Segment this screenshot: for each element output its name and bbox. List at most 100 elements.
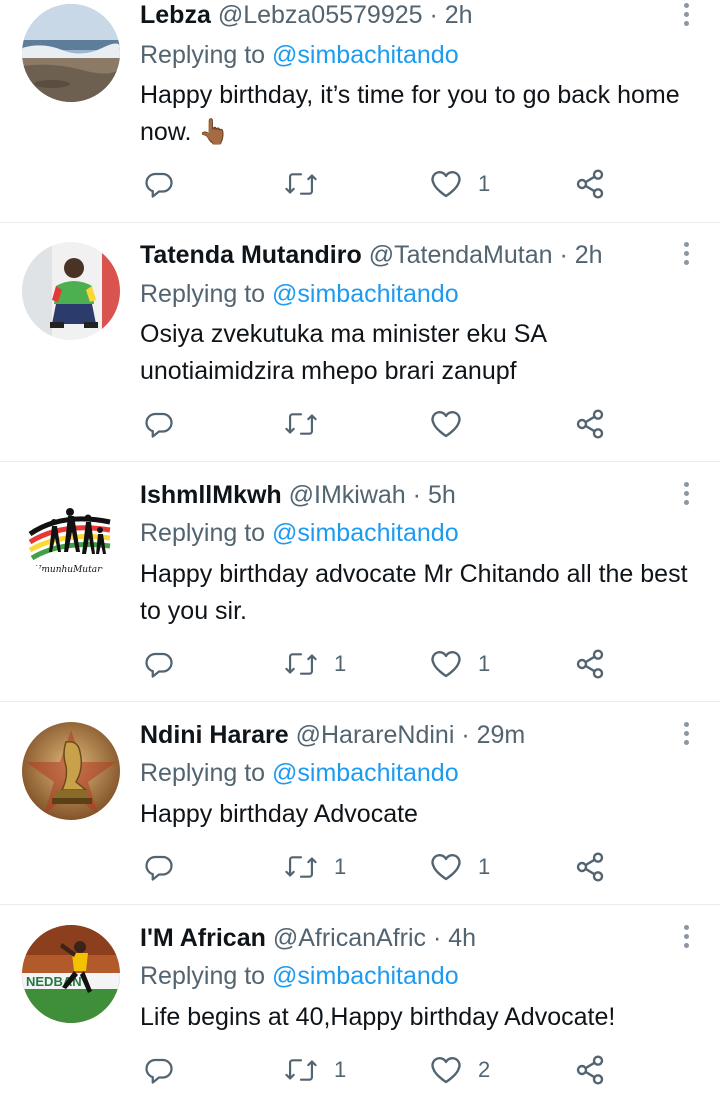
separator-dot: · [429, 1, 438, 29]
avatar-caption: UmunhuMutapa [34, 565, 108, 575]
like-button[interactable]: 2 [430, 1053, 490, 1087]
like-button[interactable]: 1 [430, 167, 490, 201]
share-icon [576, 852, 604, 882]
timestamp[interactable]: 2h [575, 241, 603, 269]
replying-to: Replying to @simbachitando [140, 40, 459, 70]
tweet-reply[interactable]: Tatenda Mutandiro @TatendaMutan · 2h Rep… [0, 222, 720, 462]
avatar[interactable] [22, 242, 120, 340]
tweet-actions [140, 407, 620, 441]
tweet-text: Happy birthday Advocate [140, 800, 418, 828]
replying-to: Replying to @simbachitando [140, 518, 459, 548]
like-count: 2 [478, 1057, 491, 1082]
share-button[interactable] [574, 647, 606, 681]
user-handle[interactable]: @HarareNdini [296, 721, 455, 749]
like-count: 1 [478, 854, 491, 879]
mention-link[interactable]: @simbachitando [272, 759, 459, 787]
avatar[interactable]: NEDBAN [22, 925, 120, 1023]
more-options-icon[interactable] [682, 925, 690, 951]
separator-dot: · [461, 721, 470, 749]
replying-to-label: Replying to [140, 41, 266, 69]
share-button[interactable] [574, 407, 606, 441]
retweet-button[interactable]: 1 [284, 1053, 346, 1087]
retweet-icon [285, 413, 317, 435]
share-button[interactable] [574, 167, 606, 201]
tweet-text: Happy birthday, it’s time for you to go … [140, 81, 680, 146]
heart-icon [431, 853, 461, 881]
display-name[interactable]: I'M African [140, 924, 266, 952]
like-button[interactable] [430, 407, 478, 441]
tweet-reply[interactable]: Ndini Harare @HarareNdini · 29m Replying… [0, 702, 720, 905]
like-button[interactable]: 1 [430, 647, 490, 681]
retweet-count: 1 [334, 651, 347, 676]
separator-dot: · [432, 924, 442, 952]
tweet-header: I'M African @AfricanAfric · 4h [140, 923, 476, 953]
timestamp[interactable]: 5h [428, 481, 456, 509]
like-count: 1 [478, 171, 491, 196]
timestamp[interactable]: 2h [445, 1, 473, 29]
display-name[interactable]: IshmllMkwh [140, 481, 282, 509]
replying-to-label: Replying to [140, 759, 266, 787]
user-handle[interactable]: @Lebza05579925 [218, 1, 423, 29]
heart-icon [431, 650, 461, 678]
tweet-header: Tatenda Mutandiro @TatendaMutan · 2h [140, 240, 603, 270]
reply-button[interactable] [144, 647, 190, 681]
more-options-icon[interactable] [682, 3, 690, 29]
more-options-icon[interactable] [682, 722, 690, 748]
retweet-count: 1 [334, 1057, 347, 1082]
retweet-button[interactable] [284, 167, 334, 201]
tweet-actions: 1 [140, 167, 620, 201]
reply-icon [145, 412, 173, 438]
reply-button[interactable] [144, 850, 190, 884]
display-name[interactable]: Ndini Harare [140, 721, 289, 749]
replying-to-label: Replying to [140, 962, 266, 990]
more-options-icon[interactable] [682, 242, 690, 268]
retweet-button[interactable]: 1 [284, 850, 346, 884]
share-icon [576, 169, 604, 199]
tweet-reply[interactable]: UmunhuMutapa IshmllMkwh @IMkiwah · 5h Re… [0, 462, 720, 702]
tweet-reply[interactable]: Lebza @Lebza05579925 · 2h Replying to @s… [0, 0, 720, 223]
display-name[interactable]: Lebza [140, 1, 211, 29]
heart-icon [431, 1056, 461, 1084]
tweet-actions: 1 2 [140, 1053, 620, 1087]
tweet-text: Life begins at 40,Happy birthday Advocat… [140, 1003, 616, 1031]
mention-link[interactable]: @simbachitando [272, 519, 459, 547]
replying-to: Replying to @simbachitando [140, 758, 459, 788]
reply-icon [145, 855, 173, 881]
reply-button[interactable] [144, 167, 190, 201]
mention-link[interactable]: @simbachitando [272, 280, 459, 308]
timestamp[interactable]: 29m [477, 721, 526, 749]
tweet-header: Lebza @Lebza05579925 · 2h [140, 0, 473, 30]
display-name[interactable]: Tatenda Mutandiro [140, 241, 362, 269]
user-handle[interactable]: @AfricanAfric [273, 924, 426, 952]
like-count: 1 [478, 651, 491, 676]
retweet-icon [285, 173, 317, 195]
avatar[interactable] [22, 722, 120, 820]
replying-to: Replying to @simbachitando [140, 279, 459, 309]
retweet-button[interactable] [284, 407, 334, 441]
tweet-reply[interactable]: NEDBAN I'M African @AfricanAfric · 4h Re… [0, 905, 720, 1105]
replying-to-label: Replying to [140, 280, 266, 308]
retweet-count: 1 [334, 854, 347, 879]
retweet-icon [285, 856, 317, 878]
reply-icon [145, 652, 173, 678]
mention-link[interactable]: @simbachitando [272, 41, 459, 69]
share-button[interactable] [574, 1053, 606, 1087]
share-icon [576, 1055, 604, 1085]
retweet-button[interactable]: 1 [284, 647, 346, 681]
reply-button[interactable] [144, 1053, 190, 1087]
share-icon [576, 409, 604, 439]
share-button[interactable] [574, 850, 606, 884]
reply-icon [145, 1058, 173, 1084]
mention-link[interactable]: @simbachitando [272, 962, 459, 990]
avatar[interactable]: UmunhuMutapa [22, 482, 120, 580]
user-handle[interactable]: @TatendaMutan [369, 241, 553, 269]
reply-button[interactable] [144, 407, 190, 441]
more-options-icon[interactable] [682, 482, 690, 508]
tweet-text: Happy birthday advocate Mr Chitando all … [140, 560, 688, 625]
user-handle[interactable]: @IMkiwah [289, 481, 406, 509]
replying-to-label: Replying to [140, 519, 266, 547]
like-button[interactable]: 1 [430, 850, 490, 884]
timestamp[interactable]: 4h [448, 924, 476, 952]
avatar[interactable] [22, 4, 120, 102]
retweet-icon [285, 653, 317, 675]
